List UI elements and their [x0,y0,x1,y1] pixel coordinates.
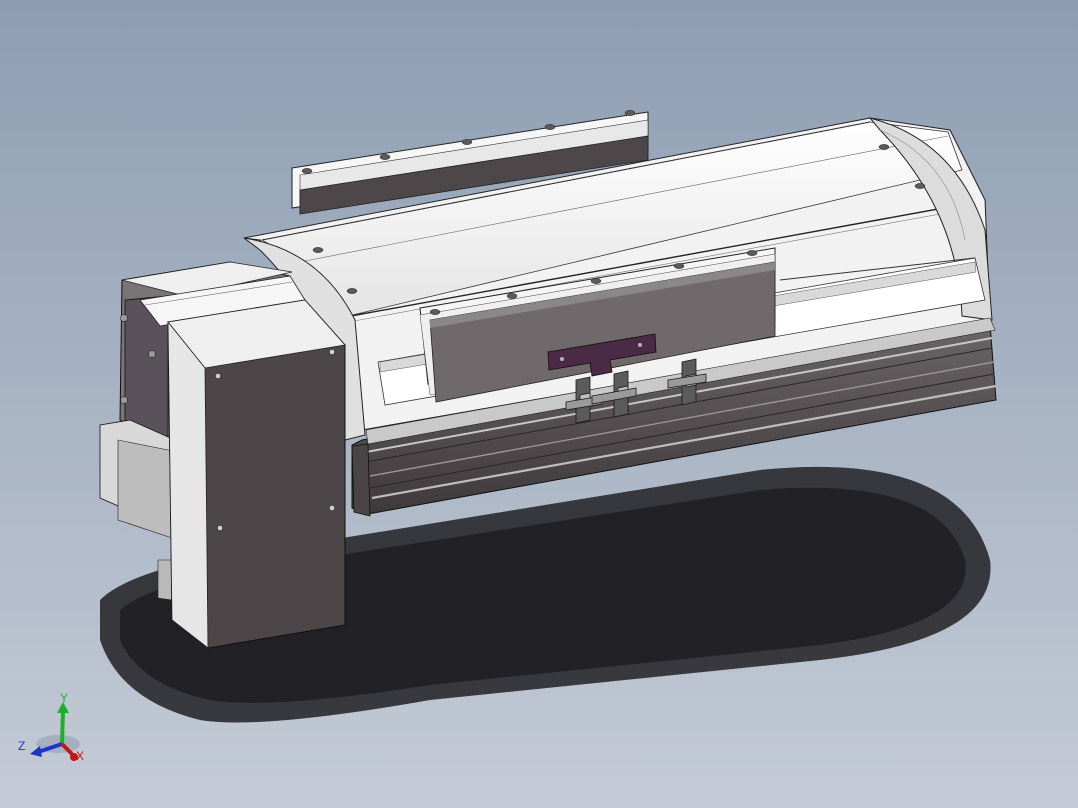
x-axis-label: X [76,749,84,763]
y-axis-arrow [60,709,65,745]
graphics-viewport[interactable]: Y Z X [0,0,1078,808]
y-axis-label: Y [60,691,68,705]
cad-model-view[interactable] [0,0,1078,808]
coordinate-triad: Y Z X [18,691,84,763]
z-axis-label: Z [18,739,25,753]
z-axis-head [30,746,42,757]
